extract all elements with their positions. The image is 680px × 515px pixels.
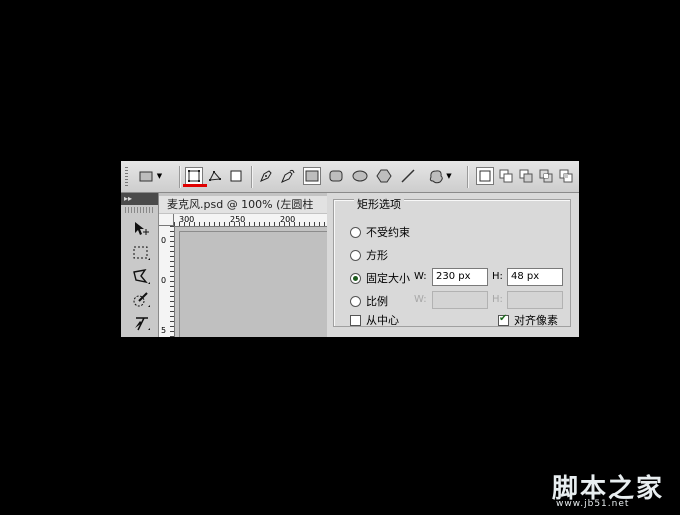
square-radio[interactable] (350, 249, 361, 261)
options-bar: ▼ ▼ (121, 161, 579, 193)
unconstrained-radio[interactable] (350, 226, 361, 238)
shape-layers-button[interactable] (185, 167, 203, 185)
ellipse-icon (352, 170, 368, 182)
fill-pixels-button[interactable] (227, 167, 245, 185)
add-to-shape-button[interactable] (497, 167, 515, 185)
create-new-shape-button[interactable] (476, 167, 494, 185)
site-watermark-url: www.jb51.net (556, 499, 630, 509)
rounded-rectangle-icon (329, 170, 343, 182)
snap-to-pixels-checkbox[interactable] (498, 313, 509, 326)
exclude-shape-button[interactable] (557, 167, 575, 185)
document-window: 麦克风.psd @ 100% (左圆柱 300 250 200 0 0 5 (159, 193, 327, 337)
pen-tool-button[interactable] (257, 167, 275, 185)
custom-shape-button[interactable]: ▼ (423, 167, 457, 185)
crop-tool-icon (135, 317, 150, 331)
from-center-option[interactable]: 从中心 (350, 313, 399, 327)
rounded-rectangle-button[interactable] (327, 167, 345, 185)
vertical-ruler[interactable]: 0 0 5 (159, 226, 175, 337)
fixed-size-radio[interactable] (350, 272, 361, 284)
proportional-height-label: H: (492, 294, 503, 305)
unconstrained-option[interactable]: 不受约束 (350, 225, 410, 239)
unconstrained-label: 不受约束 (366, 226, 410, 239)
quick-select-tool-icon (133, 292, 150, 307)
proportional-height-input[interactable] (507, 291, 563, 309)
ruler-label: 5 (161, 326, 167, 335)
rectangle-options-group: 矩形选项 不受约束 方形 固定大小 比例 从中心 对齐像素 W: 230 px … (333, 199, 571, 327)
rectangle-options-panel: 矩形选项 不受约束 方形 固定大小 比例 从中心 对齐像素 W: 230 px … (327, 193, 579, 337)
crop-tool[interactable] (130, 313, 152, 333)
shape-layers-icon (188, 170, 200, 182)
ellipse-button[interactable] (351, 167, 369, 185)
exclude-icon (559, 169, 573, 183)
fill-pixels-icon (230, 170, 242, 182)
proportional-width-label: W: (414, 294, 427, 305)
subtract-shape-button[interactable] (517, 167, 535, 185)
paths-icon (209, 171, 222, 181)
horizontal-ruler[interactable]: 300 250 200 (174, 214, 327, 227)
tools-panel-collapse[interactable]: ▸▸ (121, 193, 158, 205)
quick-select-tool[interactable] (130, 290, 152, 310)
rectangle-icon (139, 171, 153, 182)
freeform-pen-button[interactable] (279, 167, 297, 185)
rectangle-options-title: 矩形选项 (354, 199, 404, 211)
snap-to-pixels-label: 对齐像素 (514, 314, 558, 327)
tools-panel-grip[interactable] (125, 207, 154, 213)
active-mode-underline (183, 184, 207, 187)
line-button[interactable] (399, 167, 417, 185)
marquee-tool-icon (133, 246, 150, 260)
document-canvas[interactable] (179, 231, 327, 337)
rectangle-tool-button[interactable] (303, 167, 321, 185)
fixed-height-input[interactable]: 48 px (507, 268, 563, 286)
proportional-option[interactable]: 比例 (350, 294, 388, 308)
intersect-icon (539, 169, 553, 183)
marquee-tool[interactable] (130, 243, 152, 263)
polygon-icon (376, 169, 392, 183)
fixed-width-label: W: (414, 271, 427, 282)
chevron-down-icon: ▼ (156, 172, 163, 180)
move-tool[interactable] (130, 219, 152, 239)
fixed-size-option[interactable]: 固定大小 (350, 271, 410, 285)
document-tab[interactable]: 麦克风.psd @ 100% (左圆柱 (159, 196, 327, 213)
chevron-down-icon: ▼ (446, 172, 452, 180)
fixed-size-label: 固定大小 (366, 272, 410, 285)
from-center-checkbox[interactable] (350, 314, 361, 326)
from-center-label: 从中心 (366, 314, 399, 327)
polygon-button[interactable] (375, 167, 393, 185)
proportional-width-input[interactable] (432, 291, 488, 309)
lasso-tool-icon (133, 269, 150, 284)
ruler-label: 0 (161, 236, 167, 245)
create-new-icon (479, 170, 491, 182)
move-tool-icon (135, 222, 149, 235)
subtract-icon (519, 169, 533, 183)
options-bar-grip[interactable] (125, 167, 128, 187)
lasso-tool[interactable] (130, 267, 152, 287)
proportional-label: 比例 (366, 295, 388, 308)
fixed-width-input[interactable]: 230 px (432, 268, 488, 286)
square-option[interactable]: 方形 (350, 248, 388, 262)
square-label: 方形 (366, 249, 388, 262)
rectangle-tool-icon (305, 170, 319, 182)
pen-icon (260, 170, 272, 182)
custom-shape-icon (430, 170, 444, 184)
tool-preset-picker[interactable]: ▼ (135, 167, 165, 185)
snap-to-pixels-option[interactable]: 对齐像素 (498, 313, 558, 327)
line-icon (401, 169, 415, 183)
paths-button[interactable] (206, 167, 224, 185)
ruler-origin[interactable] (159, 214, 174, 226)
fixed-height-label: H: (492, 271, 503, 282)
proportional-radio[interactable] (350, 295, 361, 307)
freeform-pen-icon (281, 169, 295, 183)
add-icon (499, 169, 513, 183)
ruler-label: 0 (161, 276, 167, 285)
intersect-shape-button[interactable] (537, 167, 555, 185)
tools-panel: ▸▸ (121, 193, 159, 337)
